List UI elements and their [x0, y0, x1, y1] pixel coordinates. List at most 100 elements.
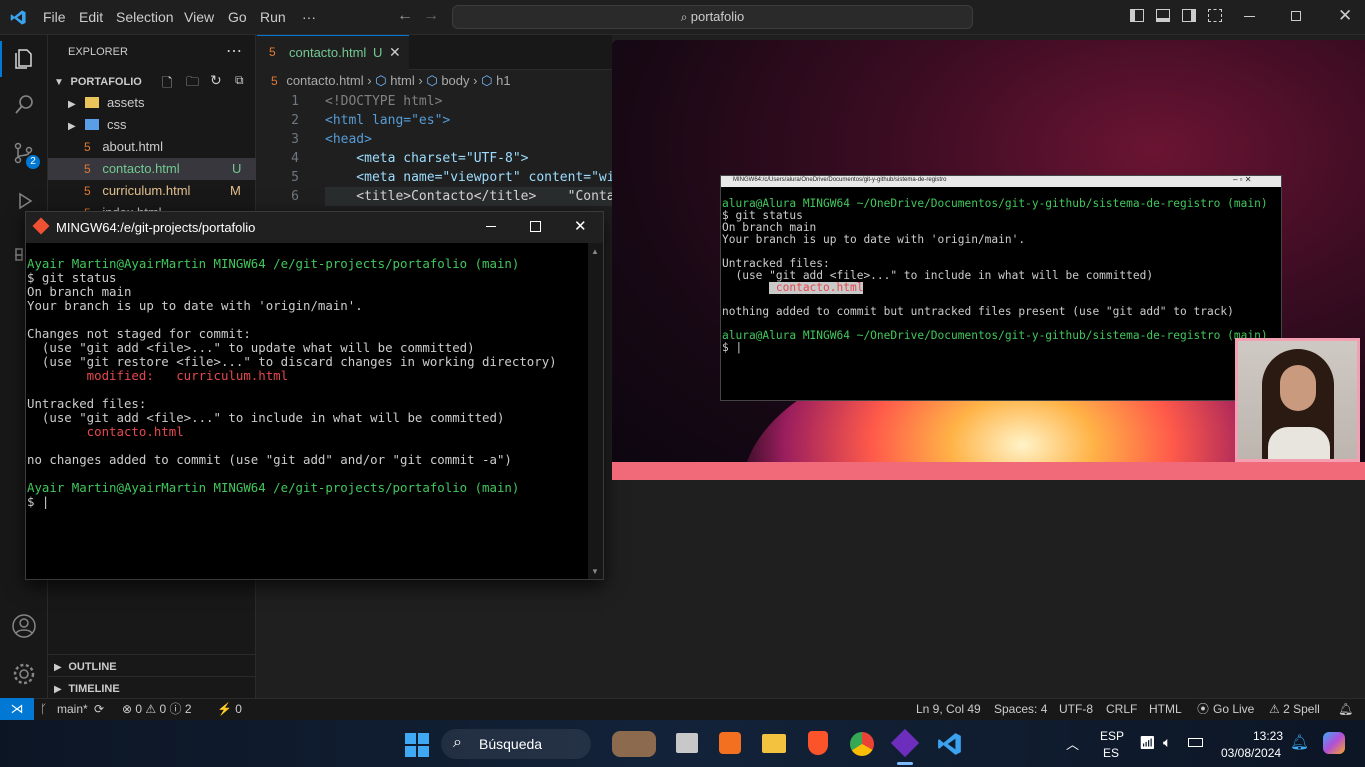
menu-edit[interactable]: Edit — [79, 9, 103, 25]
menu-more[interactable]: ··· — [302, 9, 316, 25]
brave-browser-icon[interactable] — [808, 731, 828, 755]
encoding[interactable]: UTF-8 — [1059, 699, 1093, 720]
notification-bell-icon[interactable]: 🔔︎ — [1290, 733, 1309, 751]
spell-check[interactable]: ⚠ 2 Spell — [1269, 699, 1320, 720]
wifi-icon[interactable]: 📶︎ — [1139, 735, 1156, 751]
terminal-line: (use "git add <file>..." to include in w… — [27, 410, 505, 425]
html-file-icon: 5 — [84, 184, 91, 198]
git-bash-title: MINGW64:/e/git-projects/portafolio — [56, 220, 256, 235]
problems-indicator[interactable]: ⊗ 0 ⚠ 0 ⓘ 2 — [122, 699, 192, 720]
folder-name: PORTAFOLIO — [70, 76, 142, 88]
indentation[interactable]: Spaces: 4 — [994, 699, 1047, 720]
search-icon[interactable] — [12, 93, 36, 117]
tab-bar: 5 contacto.html U ✕ — [257, 35, 612, 70]
breadcrumb-item[interactable]: h1 — [496, 73, 510, 88]
code-view[interactable]: 1 <!DOCTYPE html> 2 <html lang="es"> 3 <… — [257, 92, 612, 212]
ports-indicator[interactable]: ⚡ 0 — [217, 699, 242, 720]
taskbar-search-label: Búsqueda — [479, 736, 543, 752]
tree-item-contacto[interactable]: 5 contacto.html U — [48, 158, 256, 180]
terminal-line: Changes not staged for commit: — [27, 326, 251, 341]
close-icon[interactable]: ✕ — [574, 217, 587, 235]
windows-taskbar: ⌕ Búsqueda ︿ ESP ES 📶︎ 🔈︎ 13:23 03/08/20… — [0, 720, 1365, 767]
line-endings[interactable]: CRLF — [1106, 699, 1137, 720]
tree-item-assets[interactable]: ▶ assets — [48, 92, 256, 114]
language-mode[interactable]: HTML — [1149, 699, 1182, 720]
breadcrumb-separator: › — [473, 73, 482, 88]
scroll-up-icon[interactable]: ▲ — [591, 247, 599, 256]
code-line: <meta name="viewport" content="wid — [325, 170, 612, 185]
branch-name[interactable]: main* — [57, 699, 88, 720]
collapse-all-icon[interactable]: ⧉ — [235, 73, 244, 88]
keyboard-layout[interactable]: ES — [1103, 746, 1119, 760]
breadcrumb-item[interactable]: body — [441, 73, 469, 88]
toggle-panel-icon[interactable] — [1156, 9, 1170, 22]
widget-icon[interactable] — [612, 731, 656, 757]
chevron-right-icon: ▶ — [68, 99, 76, 110]
terminal-line: no changes added to commit (use "git add… — [27, 452, 512, 467]
menu-file[interactable]: File — [43, 9, 66, 25]
breadcrumb-item[interactable]: html — [390, 73, 415, 88]
file-explorer-icon[interactable] — [762, 734, 786, 753]
remote-icon[interactable]: ⋊ — [0, 698, 34, 720]
html-file-icon: 5 — [269, 45, 276, 59]
sync-icon[interactable]: ⟳ — [94, 699, 104, 720]
windows-start-icon[interactable] — [405, 733, 429, 757]
clock-time[interactable]: 13:23 — [1253, 729, 1283, 743]
html-file-icon: 5 — [84, 162, 91, 176]
battery-icon[interactable] — [1188, 738, 1203, 747]
run-debug-icon[interactable] — [12, 189, 36, 213]
restore-icon[interactable] — [1291, 11, 1301, 21]
tab-contacto[interactable]: 5 contacto.html U ✕ — [257, 35, 409, 70]
bell-icon[interactable]: 🔔︎ — [1338, 699, 1353, 720]
refresh-icon[interactable]: ↻ — [210, 72, 222, 89]
account-icon[interactable] — [11, 613, 37, 639]
minimize-icon[interactable] — [486, 226, 496, 227]
git-bash-output[interactable]: Ayair Martin@AyairMartin MINGW64 /e/git-… — [26, 243, 586, 579]
customize-layout-icon[interactable] — [1208, 9, 1222, 22]
breadcrumb-item[interactable]: contacto.html — [286, 73, 363, 88]
cursor-position[interactable]: Ln 9, Col 49 — [916, 699, 981, 720]
tree-item-curriculum[interactable]: 5 curriculum.html M — [48, 180, 256, 202]
scrollbar[interactable]: ▲ ▼ — [588, 243, 603, 579]
more-actions-icon[interactable]: ⋯ — [226, 41, 242, 61]
vscode-taskbar-icon[interactable] — [937, 731, 963, 757]
menu-run[interactable]: Run — [260, 9, 286, 25]
xampp-icon[interactable] — [719, 732, 741, 754]
copilot-icon[interactable] — [1323, 732, 1345, 754]
task-view-icon[interactable] — [676, 733, 698, 753]
clock-date[interactable]: 03/08/2024 — [1221, 746, 1281, 760]
tree-item-about[interactable]: 5 about.html — [48, 136, 256, 158]
git-bash-window[interactable]: MINGW64:/e/git-projects/portafolio ✕ ▲ ▼… — [25, 211, 604, 580]
minimize-icon[interactable] — [1244, 16, 1255, 17]
menu-go[interactable]: Go — [228, 9, 247, 25]
chevron-up-icon[interactable]: ︿ — [1066, 734, 1079, 753]
menu-selection[interactable]: Selection — [116, 9, 174, 25]
line-number: 1 — [291, 94, 299, 109]
chrome-icon[interactable] — [850, 732, 874, 756]
go-live[interactable]: Go Live — [1213, 699, 1254, 720]
volume-icon[interactable]: 🔈︎ — [1163, 734, 1171, 751]
menu-view[interactable]: View — [184, 9, 214, 25]
keyboard-language[interactable]: ESP — [1100, 729, 1124, 743]
taskbar-search[interactable]: ⌕ Búsqueda — [441, 729, 591, 759]
terminal-line: $ | — [722, 341, 743, 354]
tree-item-css[interactable]: ▶ css — [48, 114, 256, 136]
forward-arrow-icon[interactable]: → — [423, 7, 439, 25]
toggle-sidebar-icon[interactable] — [1130, 9, 1144, 22]
gear-icon[interactable] — [11, 661, 37, 687]
folder-header[interactable]: ▼ PORTAFOLIO — [48, 70, 256, 92]
terminal-line: Ayair Martin@AyairMartin MINGW64 /e/git-… — [27, 480, 520, 495]
source-control-badge: 2 — [26, 155, 40, 169]
back-arrow-icon[interactable]: ← — [397, 7, 413, 25]
command-search-box[interactable]: ⌕ portafolio — [452, 5, 973, 29]
timeline-section[interactable]: ▶ TIMELINE — [48, 676, 256, 698]
terminal-line: (use "git restore <file>..." to discard … — [27, 354, 557, 369]
scroll-down-icon[interactable]: ▼ — [591, 567, 599, 576]
explorer-icon[interactable] — [12, 47, 36, 71]
tab-close-icon[interactable]: ✕ — [389, 44, 401, 61]
maximize-icon[interactable] — [530, 221, 541, 232]
toggle-secondary-sidebar-icon[interactable] — [1182, 9, 1196, 22]
close-icon[interactable]: ✕ — [1338, 6, 1352, 26]
search-icon: ⌕ — [453, 734, 462, 751]
outline-section[interactable]: ▶ OUTLINE — [48, 654, 256, 676]
